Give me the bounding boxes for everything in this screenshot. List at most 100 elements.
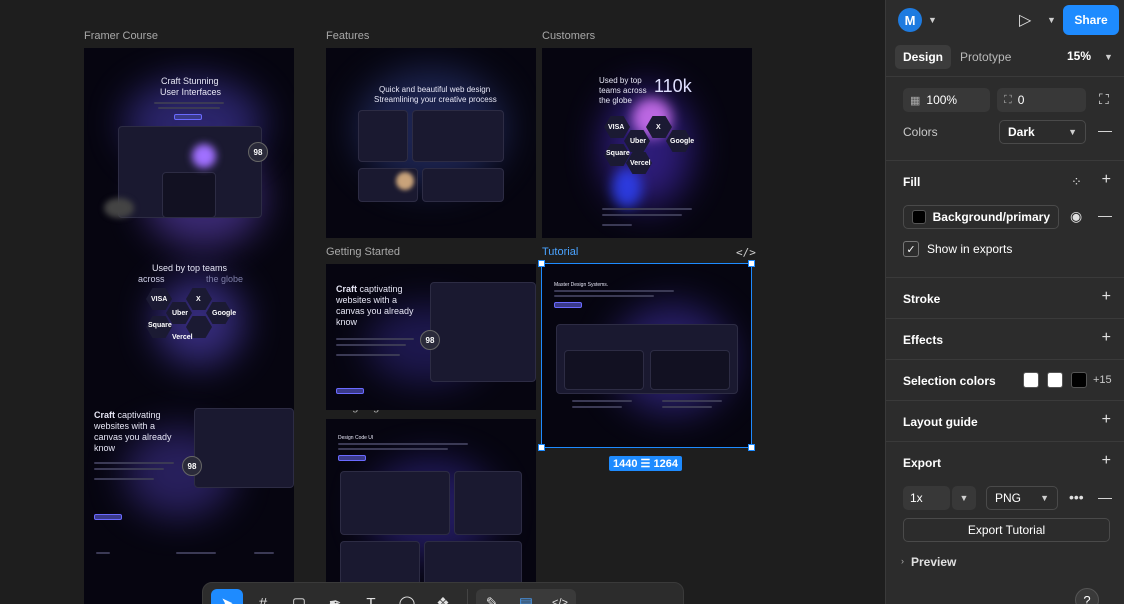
selection-color-swatch[interactable] xyxy=(1071,372,1087,388)
pen-tool-icon[interactable]: ✒ xyxy=(319,589,351,604)
chevron-down-icon[interactable]: ▼ xyxy=(1047,15,1056,25)
add-layout-guide-icon[interactable]: + xyxy=(1102,411,1111,429)
zoom-level[interactable]: 15% xyxy=(1067,49,1091,63)
remove-variable-mode-icon[interactable]: — xyxy=(1098,122,1112,138)
hero-cta xyxy=(174,114,202,120)
brand-logo-visa: VISA xyxy=(151,296,168,303)
feature-card xyxy=(412,110,504,162)
customers-stat: 110k xyxy=(654,76,692,96)
help-button[interactable]: ? xyxy=(1075,588,1099,604)
tab-prototype[interactable]: Prototype xyxy=(952,45,1019,69)
text-line xyxy=(338,448,448,450)
brand-logo-vercel: Vercel xyxy=(630,160,651,167)
comment-tool-icon[interactable]: ◯ xyxy=(391,589,423,604)
design-mode-icon[interactable]: ▤ xyxy=(510,589,542,604)
frame-tool-icon[interactable]: # xyxy=(247,589,279,604)
chevron-down-icon: ▼ xyxy=(1040,493,1049,503)
app-mockup-card xyxy=(162,172,216,218)
user-avatar[interactable]: M xyxy=(898,8,922,32)
selection-box[interactable] xyxy=(541,263,752,448)
frame-getting-started[interactable]: Craft captivating websites with a canvas… xyxy=(326,264,536,410)
divider xyxy=(886,400,1124,401)
resize-handle-bl[interactable] xyxy=(538,444,545,451)
opacity-field[interactable]: ▦ 100% xyxy=(903,88,990,112)
footer-line xyxy=(176,552,216,554)
craft-heading-line4: know xyxy=(336,317,358,327)
add-export-icon[interactable]: + xyxy=(1102,452,1111,470)
brand-logo-uber: Uber xyxy=(172,310,188,317)
features-title-line2: Streamlining your creative process xyxy=(374,95,497,104)
show-in-exports-checkbox[interactable]: ✓ xyxy=(903,241,919,257)
text-line xyxy=(336,344,406,346)
frame-customers[interactable]: Used by top teams across the globe 110k … xyxy=(542,48,752,238)
corner-radius-value: 0 xyxy=(1017,93,1025,107)
frame-label-customers[interactable]: Customers xyxy=(542,30,595,42)
draw-mode-icon[interactable]: ✎ xyxy=(476,589,508,604)
fill-style-name: Background/primary xyxy=(932,210,1050,224)
add-fill-icon[interactable]: + xyxy=(1102,171,1111,189)
score-badge: 98 xyxy=(248,142,268,162)
colors-label: Colors xyxy=(903,125,938,139)
chevron-down-icon[interactable]: ▼ xyxy=(1104,52,1113,62)
tab-design[interactable]: Design xyxy=(895,45,952,69)
fill-swatch[interactable] xyxy=(912,210,926,224)
share-button[interactable]: Share xyxy=(1063,5,1119,35)
export-scale-field[interactable]: 1x xyxy=(903,486,950,510)
selection-color-swatch[interactable] xyxy=(1047,372,1063,388)
brand-logo-google: Google xyxy=(670,138,695,145)
app-mockup-card xyxy=(194,408,294,488)
remove-export-icon[interactable]: — xyxy=(1098,489,1112,505)
frame-features[interactable]: Quick and beautiful web design Streamlin… xyxy=(326,48,536,238)
text-line xyxy=(336,338,414,340)
expand-corners-icon[interactable]: ⛶ xyxy=(1099,91,1109,108)
frame-framer-course[interactable]: Craft Stunning User Interfaces 98 Used b… xyxy=(84,48,294,604)
frame-label-features[interactable]: Features xyxy=(326,30,369,42)
chevron-down-icon: ▼ xyxy=(959,493,969,503)
resize-handle-tl[interactable] xyxy=(538,260,545,267)
stroke-section-title: Stroke xyxy=(903,292,941,306)
export-button[interactable]: Export Tutorial xyxy=(903,518,1110,542)
dev-mode-icon[interactable]: </> xyxy=(544,589,576,604)
feature-card xyxy=(422,168,504,202)
rectangle-tool-icon[interactable]: ▢ xyxy=(283,589,315,604)
resize-handle-tr[interactable] xyxy=(748,260,755,267)
fill-style-field[interactable]: Background/primary xyxy=(903,205,1059,229)
add-stroke-icon[interactable]: + xyxy=(1102,288,1111,306)
colors-mode-dropdown[interactable]: Dark ▼ xyxy=(999,120,1086,144)
move-tool-icon[interactable]: ➤ xyxy=(211,589,243,604)
canvas[interactable]: Framer Course Features Customers Getting… xyxy=(0,0,885,604)
export-format-dropdown[interactable]: PNG ▼ xyxy=(986,486,1058,510)
chevron-right-icon[interactable]: › xyxy=(901,556,904,566)
eye-icon[interactable]: ◉ xyxy=(1070,208,1082,225)
text-line xyxy=(94,468,164,470)
cta-button-mock xyxy=(338,455,366,461)
divider xyxy=(886,76,1124,77)
present-play-icon[interactable]: ▷ xyxy=(1019,10,1031,30)
brand-logo-visa: VISA xyxy=(608,124,625,131)
corner-radius-field[interactable]: ⛶ 0 xyxy=(997,88,1086,112)
code-icon[interactable]: </> xyxy=(736,246,756,259)
frame-changelog[interactable]: Design Code UI xyxy=(326,419,536,604)
score-badge: 98 xyxy=(420,330,440,350)
selection-color-swatch[interactable] xyxy=(1023,372,1039,388)
chevron-down-icon[interactable]: ▼ xyxy=(928,15,937,25)
add-effect-icon[interactable]: + xyxy=(1102,329,1111,347)
glow xyxy=(104,198,134,218)
frame-label-getting-started[interactable]: Getting Started xyxy=(326,246,400,258)
craft-heading-line3: canvas you already xyxy=(94,432,172,442)
remove-fill-icon[interactable]: — xyxy=(1098,207,1112,223)
styles-grid-icon[interactable]: ⁘ xyxy=(1071,174,1082,190)
resize-handle-br[interactable] xyxy=(748,444,755,451)
mode-switcher: ✎ ▤ </> xyxy=(476,589,576,604)
text-tool-icon[interactable]: T xyxy=(355,589,387,604)
preview-toggle[interactable]: Preview xyxy=(911,555,956,569)
hero-subtext xyxy=(158,107,220,109)
export-scale-dropdown[interactable]: ▼ xyxy=(952,486,976,510)
frame-label-framer-course[interactable]: Framer Course xyxy=(84,30,158,42)
text-line xyxy=(94,478,154,480)
selection-colors-more[interactable]: +15 xyxy=(1093,374,1112,386)
more-options-icon[interactable]: ••• xyxy=(1069,489,1084,505)
frame-label-tutorial[interactable]: Tutorial xyxy=(542,246,578,258)
footer-line xyxy=(254,552,274,554)
components-tool-icon[interactable]: ❖ xyxy=(427,589,459,604)
